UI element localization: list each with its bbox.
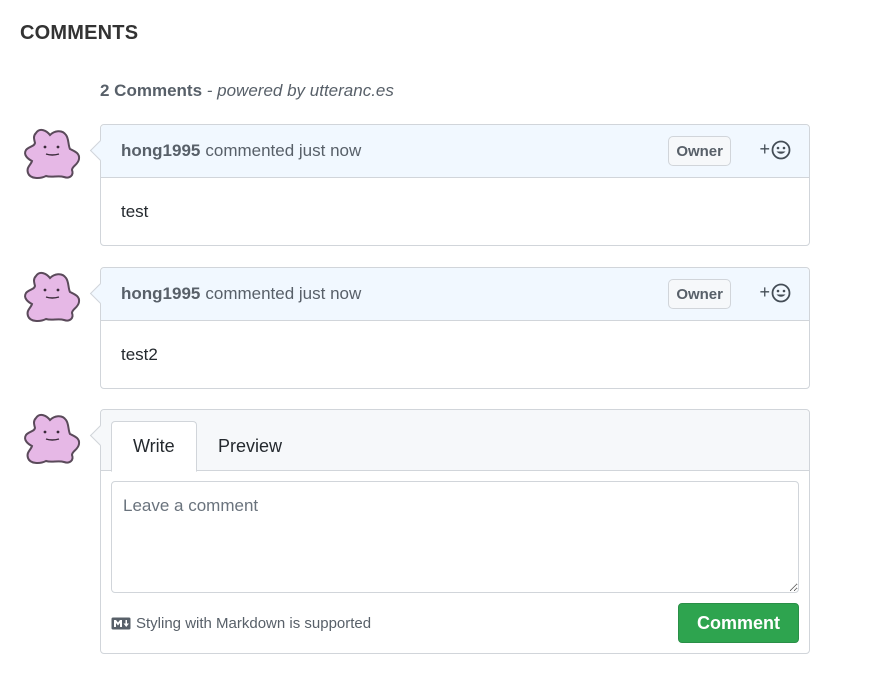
comment-card: hong1995 commented just now Owner + test bbox=[100, 124, 810, 246]
owner-badge: Owner bbox=[668, 136, 731, 166]
ditto-avatar-icon[interactable] bbox=[22, 268, 82, 324]
section-title: COMMENTS bbox=[20, 22, 139, 44]
owner-badge: Owner bbox=[668, 279, 731, 309]
tab-preview[interactable]: Preview bbox=[197, 421, 303, 471]
add-reaction-button[interactable]: + bbox=[759, 139, 791, 160]
comment-textarea[interactable] bbox=[111, 481, 799, 593]
comment-header: hong1995 commented just now Owner + bbox=[101, 268, 809, 321]
comment-header: hong1995 commented just now Owner + bbox=[101, 125, 809, 178]
comment-card: hong1995 commented just now Owner + test… bbox=[100, 267, 810, 389]
comment-count-line: 2 Comments - powered by utteranc.es bbox=[100, 81, 394, 101]
ditto-avatar-icon bbox=[22, 410, 82, 466]
markdown-hint-text: Styling with Markdown is supported bbox=[136, 615, 372, 632]
smiley-icon bbox=[771, 140, 791, 159]
comment-editor: Write Preview Styling with Markdown is s… bbox=[100, 409, 810, 654]
smiley-icon bbox=[771, 283, 791, 302]
comment-body: test bbox=[121, 201, 149, 221]
comment-author[interactable]: hong1995 bbox=[121, 141, 200, 161]
plus-text: + bbox=[759, 139, 770, 159]
comment-author[interactable]: hong1995 bbox=[121, 284, 200, 304]
submit-comment-button[interactable]: Comment bbox=[678, 603, 799, 643]
powered-by-text: - powered by utteranc.es bbox=[206, 81, 394, 100]
add-reaction-button[interactable]: + bbox=[759, 282, 791, 303]
comment-body: test2 bbox=[121, 344, 158, 364]
ditto-avatar-icon[interactable] bbox=[22, 125, 82, 181]
comment-meta[interactable]: commented just now bbox=[205, 284, 361, 304]
tab-write[interactable]: Write bbox=[111, 421, 197, 472]
markdown-hint[interactable]: Styling with Markdown is supported bbox=[111, 615, 371, 632]
comment-count: 2 Comments bbox=[100, 81, 203, 100]
comment-meta[interactable]: commented just now bbox=[205, 141, 361, 161]
markdown-icon bbox=[111, 617, 131, 630]
plus-text: + bbox=[759, 282, 770, 302]
editor-tab-bar: Write Preview bbox=[101, 410, 809, 472]
